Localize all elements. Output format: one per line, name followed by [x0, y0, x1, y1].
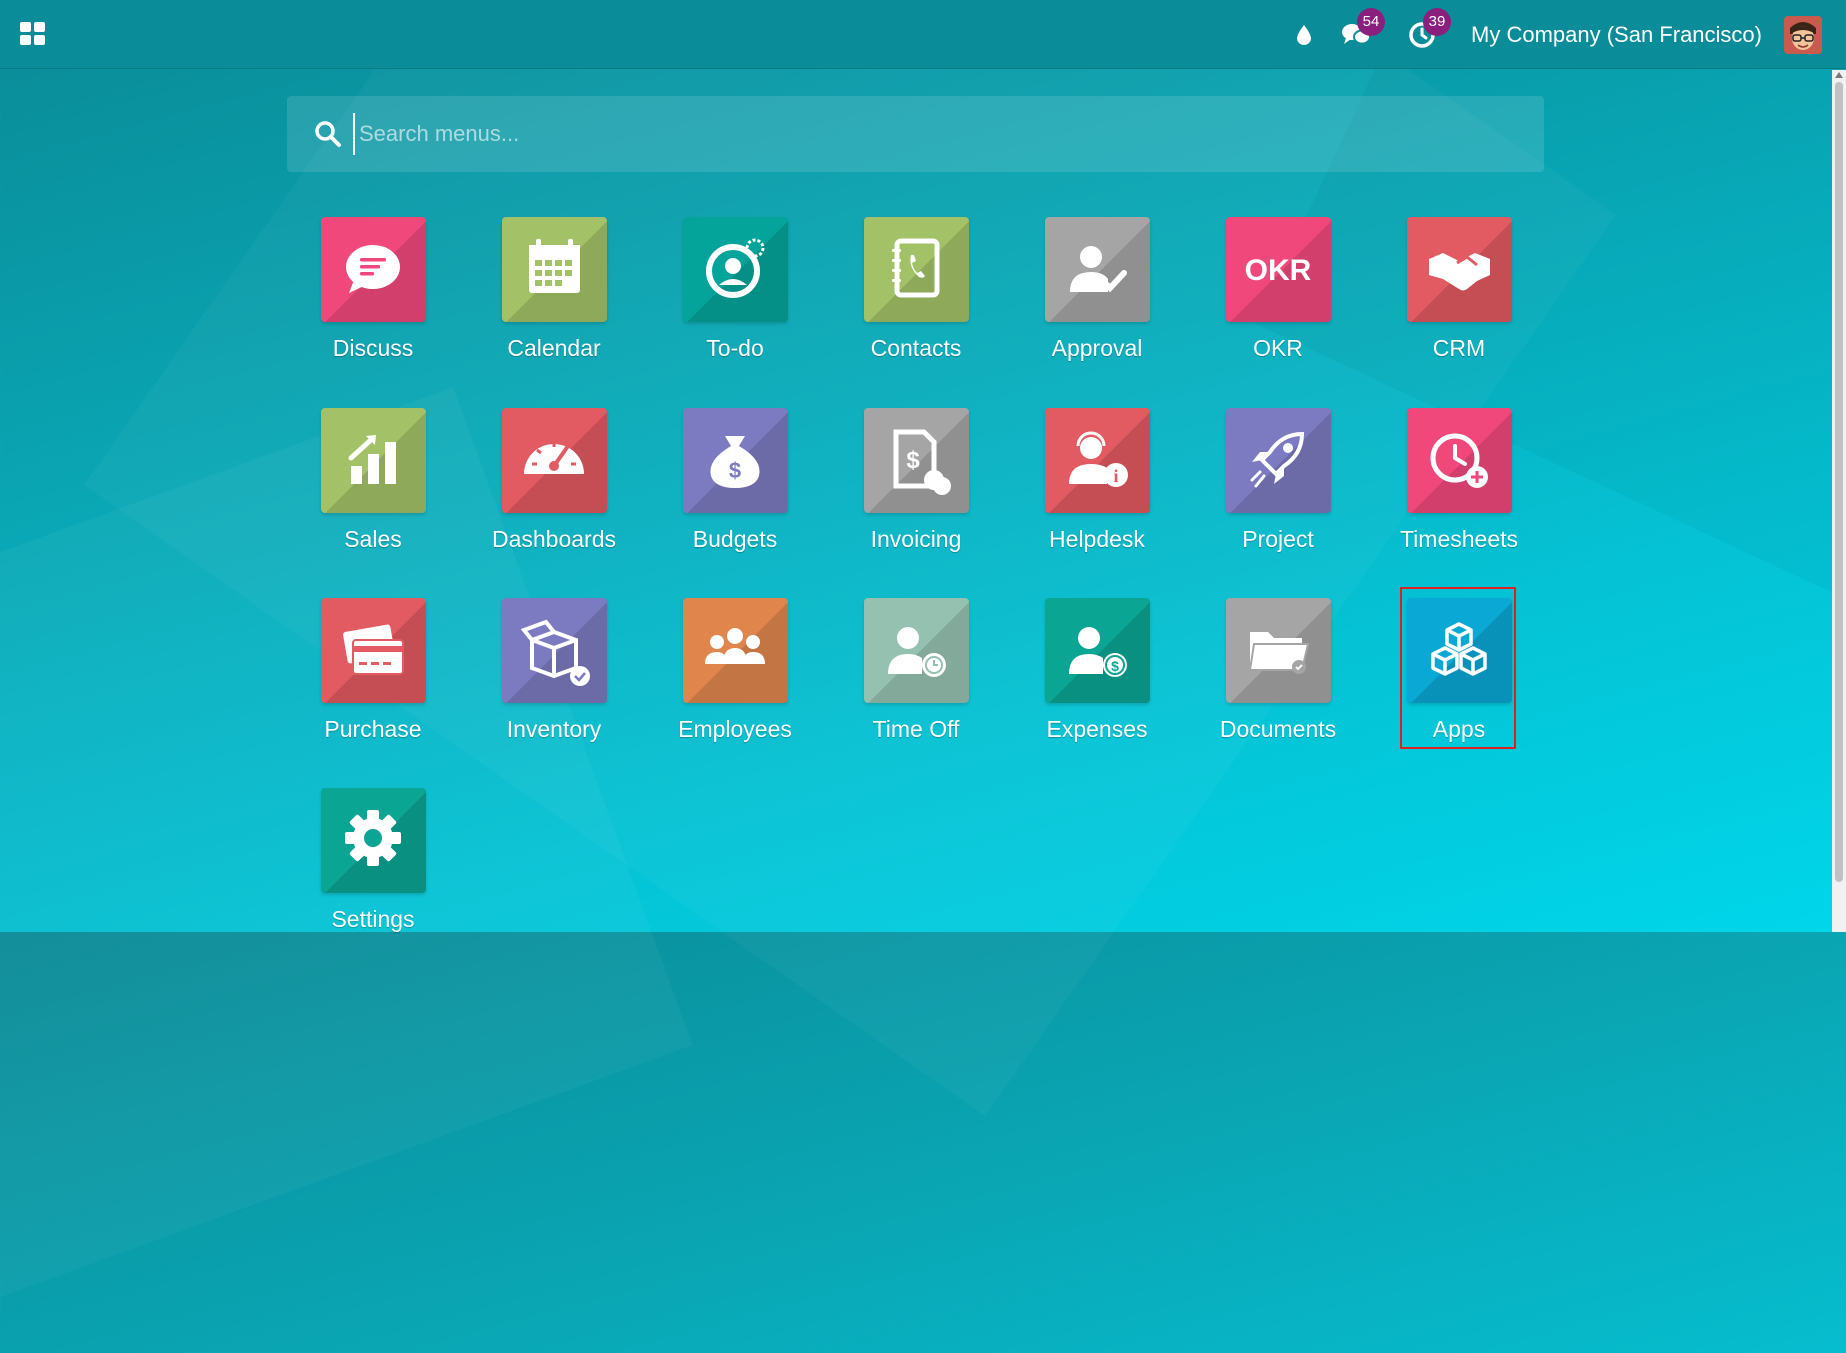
chat-bubble-icon — [320, 217, 426, 322]
money-bag-icon: $ — [682, 408, 788, 513]
app-project[interactable]: Project — [1203, 408, 1353, 568]
clock-plus-icon — [1406, 408, 1512, 513]
app-label: Helpdesk — [1049, 526, 1145, 552]
app-label: Settings — [331, 906, 415, 932]
invoice-icon: $ — [863, 408, 969, 513]
app-contacts[interactable]: Contacts — [841, 217, 991, 377]
scrollbar[interactable] — [1832, 70, 1846, 932]
svg-text:$: $ — [906, 447, 920, 474]
app-helpdesk[interactable]: i Helpdesk — [1022, 408, 1172, 568]
app-time-off[interactable]: Time Off — [841, 598, 991, 758]
scroll-up-icon[interactable] — [1835, 72, 1843, 78]
app-label: OKR — [1253, 335, 1303, 361]
app-label: Approval — [1051, 335, 1143, 361]
app-label: Discuss — [332, 335, 414, 361]
app-label: Budgets — [692, 526, 778, 552]
app-expenses[interactable]: $ Expenses — [1022, 598, 1172, 758]
app-settings[interactable]: Settings — [298, 788, 448, 948]
todo-user-gear-icon — [682, 217, 788, 322]
app-timesheets[interactable]: Timesheets — [1384, 408, 1534, 568]
app-label: CRM — [1432, 335, 1486, 361]
app-approval[interactable]: Approval — [1022, 217, 1172, 377]
app-label: Time Off — [872, 716, 960, 742]
app-okr[interactable]: OKR OKR — [1203, 217, 1353, 377]
app-grid-icon[interactable] — [20, 22, 46, 46]
address-book-icon — [863, 217, 969, 322]
messages-badge: 54 — [1357, 7, 1386, 36]
okr-logo-icon: OKR — [1225, 217, 1331, 322]
app-label: Calendar — [507, 335, 601, 361]
app-purchase[interactable]: Purchase — [298, 598, 448, 758]
open-box-icon — [501, 598, 607, 703]
messages-icon[interactable]: 54 — [1341, 7, 1386, 50]
bar-chart-up-icon — [320, 408, 426, 513]
app-documents[interactable]: Documents — [1203, 598, 1353, 758]
calendar-icon — [501, 217, 607, 322]
handshake-icon — [1406, 217, 1512, 322]
app-label: Inventory — [506, 716, 602, 742]
app-sales[interactable]: Sales — [298, 408, 448, 568]
activities-badge: 39 — [1423, 7, 1452, 36]
apps-highlight-box — [1400, 587, 1516, 749]
top-navbar: 54 39 My Company (San Francisco) — [0, 0, 1846, 69]
app-calendar[interactable]: Calendar — [479, 217, 629, 377]
app-label: To-do — [706, 335, 764, 361]
svg-text:$: $ — [728, 458, 740, 483]
team-icon — [682, 598, 788, 703]
app-dashboards[interactable]: Dashboards — [479, 408, 629, 568]
user-dollar-icon: $ — [1044, 598, 1150, 703]
app-label: Purchase — [324, 716, 422, 742]
gear-icon — [320, 788, 426, 893]
support-agent-icon: i — [1044, 408, 1150, 513]
app-inventory[interactable]: Inventory — [479, 598, 629, 758]
svg-text:i: i — [1113, 466, 1118, 486]
search-icon — [315, 121, 341, 147]
user-clock-icon — [863, 598, 969, 703]
app-label: Timesheets — [1399, 526, 1519, 552]
svg-text:OKR: OKR — [1244, 254, 1311, 287]
menu-search-bar — [287, 96, 1544, 172]
credit-card-icon — [320, 598, 426, 703]
app-label: Invoicing — [870, 526, 962, 552]
app-label: Project — [1242, 526, 1314, 552]
app-label: Contacts — [870, 335, 962, 361]
app-label: Dashboards — [491, 526, 617, 552]
folder-icon — [1225, 598, 1331, 703]
speedometer-icon — [501, 408, 607, 513]
user-check-icon — [1044, 217, 1150, 322]
search-input[interactable] — [353, 113, 1524, 155]
app-label: Expenses — [1046, 716, 1148, 742]
app-invoicing[interactable]: $ Invoicing — [841, 408, 991, 568]
app-label: Employees — [678, 716, 792, 742]
app-crm[interactable]: CRM — [1384, 217, 1534, 377]
activity-clock-icon[interactable]: 39 — [1407, 7, 1452, 50]
app-label: Sales — [344, 526, 402, 552]
app-todo[interactable]: To-do — [660, 217, 810, 377]
user-avatar[interactable] — [1784, 15, 1822, 54]
drop-icon[interactable] — [1289, 20, 1319, 50]
scroll-thumb[interactable] — [1835, 82, 1843, 882]
app-employees[interactable]: Employees — [660, 598, 810, 758]
svg-text:$: $ — [1111, 658, 1119, 674]
app-discuss[interactable]: Discuss — [298, 217, 448, 377]
rocket-icon — [1225, 408, 1331, 513]
company-switcher[interactable]: My Company (San Francisco) — [1471, 22, 1762, 48]
app-label: Documents — [1219, 716, 1337, 742]
app-budgets[interactable]: $ Budgets — [660, 408, 810, 568]
